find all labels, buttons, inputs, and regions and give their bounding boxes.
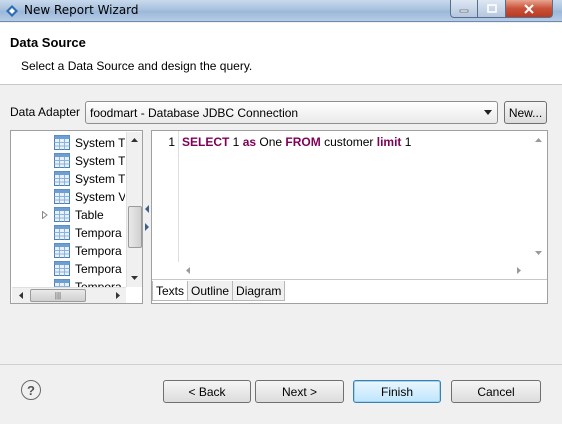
arrow-up-icon[interactable]	[535, 138, 542, 142]
maximize-button[interactable]	[478, 0, 506, 18]
arrow-right-icon[interactable]	[517, 267, 521, 274]
table-icon	[54, 261, 70, 276]
close-button[interactable]	[506, 0, 553, 18]
sql-text: 1	[401, 135, 412, 149]
next-button[interactable]: Next >	[255, 380, 344, 403]
minimize-button[interactable]	[450, 0, 478, 18]
cancel-button[interactable]: Cancel	[451, 380, 541, 403]
tree-item-label: Tempora	[75, 226, 122, 240]
page-title: Data Source	[10, 35, 86, 50]
data-adapter-select[interactable]: foodmart - Database JDBC Connection	[85, 101, 498, 124]
sql-text: 1	[229, 135, 243, 149]
sql-keyword: FROM	[285, 135, 321, 149]
tree-horizontal-scrollbar[interactable]: |||	[12, 287, 126, 303]
scroll-left-button[interactable]	[13, 288, 28, 303]
editor-tabs: Texts Outline Diagram	[152, 281, 286, 303]
arrow-down-icon[interactable]	[535, 251, 542, 255]
sql-keyword: SELECT	[182, 135, 230, 149]
scroll-right-button[interactable]	[110, 288, 125, 303]
tree-item-label: System T	[75, 154, 125, 168]
table-icon	[54, 225, 70, 240]
tree-vscroll-thumb[interactable]	[128, 206, 142, 248]
panel-sash-handle[interactable]	[144, 203, 150, 233]
title-bar: New Report Wizard	[0, 0, 562, 22]
tree-vertical-scrollbar[interactable]	[126, 132, 142, 287]
sql-keyword: as	[242, 135, 257, 149]
tree-item[interactable]: Table	[11, 206, 126, 224]
table-icon	[54, 207, 70, 222]
help-button[interactable]: ?	[21, 380, 41, 400]
sql-query-line[interactable]: SELECT 1 as One FROM customer limit 1	[182, 135, 411, 149]
tab-texts[interactable]: Texts	[152, 281, 189, 301]
table-icon	[54, 189, 70, 204]
help-icon: ?	[27, 382, 35, 398]
table-icon	[54, 243, 70, 258]
tab-diagram[interactable]: Diagram	[232, 281, 286, 301]
arrow-down-icon	[131, 275, 138, 280]
tree-item-label: Tempora	[75, 244, 122, 258]
tree-item[interactable]: System T	[11, 170, 126, 188]
tree-item[interactable]: System T	[11, 152, 126, 170]
table-icon	[54, 135, 70, 150]
jaspersoft-logo-icon	[6, 5, 18, 17]
line-number: 1	[168, 135, 175, 149]
chevron-down-icon	[484, 110, 492, 115]
table-icon	[54, 171, 70, 186]
editor-vertical-scrollbar[interactable]	[530, 131, 547, 262]
metadata-tree[interactable]: System T System T System T System V Table Tem…	[10, 130, 143, 304]
sql-keyword: limit	[376, 135, 402, 149]
data-adapter-label: Data Adapter	[10, 105, 81, 119]
scroll-up-button[interactable]	[127, 132, 142, 147]
new-adapter-button[interactable]: New...	[504, 101, 547, 124]
tree-item[interactable]: Tempora	[11, 224, 126, 242]
tree-item[interactable]: Tempora	[11, 260, 126, 278]
window-title: New Report Wizard	[24, 3, 139, 17]
arrow-left-icon	[18, 292, 23, 299]
tree-item[interactable]: System T	[11, 134, 126, 152]
arrow-up-icon	[131, 137, 138, 142]
expand-arrow-icon[interactable]	[42, 211, 48, 219]
tab-outline[interactable]: Outline	[187, 281, 234, 301]
page-description: Select a Data Source and design the quer…	[21, 59, 253, 73]
data-adapter-selected: foodmart - Database JDBC Connection	[90, 106, 299, 120]
line-number-gutter: 1	[152, 131, 179, 262]
sql-text: One	[256, 135, 286, 149]
close-icon	[524, 3, 534, 14]
tree-item-label: System V	[75, 190, 125, 204]
tree-item-label: System T	[75, 136, 125, 150]
maximize-icon	[486, 4, 497, 13]
arrow-right-icon	[115, 292, 120, 299]
tree-item[interactable]: Tempora	[11, 242, 126, 260]
query-editor-panel: 1 SELECT 1 as One FROM customer limit 1 …	[151, 130, 548, 304]
tree-item[interactable]: System V	[11, 188, 126, 206]
editor-horizontal-scrollbar[interactable]	[180, 262, 530, 279]
tree-item-label: System T	[75, 172, 125, 186]
minimize-icon	[459, 9, 469, 12]
finish-button[interactable]: Finish	[353, 380, 441, 403]
arrow-left-icon[interactable]	[186, 267, 190, 274]
footer-separator	[0, 364, 562, 365]
wizard-header: Data Source Select a Data Source and des…	[0, 23, 562, 85]
tree-item-label: Table	[75, 208, 104, 222]
sql-editor[interactable]: 1 SELECT 1 as One FROM customer limit 1	[152, 131, 547, 280]
back-button[interactable]: < Back	[163, 380, 251, 403]
scroll-down-button[interactable]	[127, 270, 142, 285]
tree-hscroll-thumb[interactable]: |||	[30, 289, 86, 302]
table-icon	[54, 153, 70, 168]
tree-item-label: Tempora	[75, 262, 122, 276]
sql-text: customer	[320, 135, 377, 149]
